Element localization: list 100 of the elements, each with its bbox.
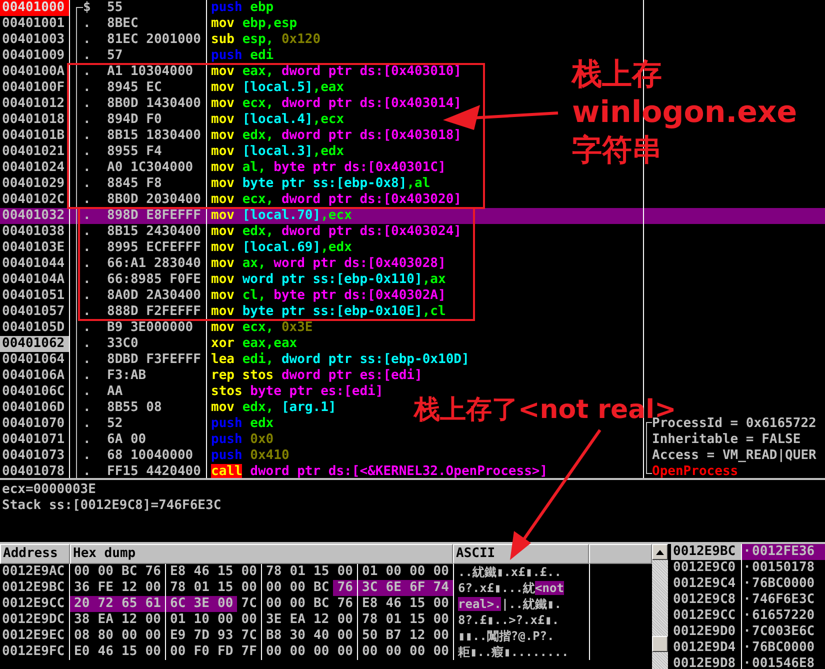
- hex-byte: 00: [336, 628, 354, 644]
- hex-byte: 7D: [192, 628, 210, 644]
- instruction: lea edi, dword ptr ss:[ebp-0x10D]: [211, 352, 470, 367]
- instruction: push 0x410: [211, 448, 290, 463]
- hex-byte: 00: [265, 596, 283, 612]
- stack-value: 7C003E6C: [752, 624, 815, 640]
- instruction: mov [local.69],edx: [211, 240, 352, 255]
- hex-byte: 00: [408, 644, 426, 660]
- stack-row[interactable]: 0012E9C0 ·00150178: [671, 560, 825, 576]
- hex-byte: FE: [96, 580, 114, 596]
- address-cell-text: 0040100A: [1, 64, 66, 80]
- stack-row[interactable]: 0012E9CC ·61657220: [671, 608, 825, 624]
- stack-marker: ·: [742, 560, 752, 576]
- hex-byte: 00: [120, 628, 138, 644]
- address-cell-text: 00401078: [1, 464, 66, 478]
- hex-byte: 30: [288, 628, 306, 644]
- scroll-up-button[interactable]: [652, 544, 668, 560]
- instruction: mov ecx, dword ptr ds:[0x403020]: [211, 192, 462, 207]
- column-header[interactable]: ASCII: [453, 544, 589, 564]
- address-cell-text: 00401001: [1, 16, 66, 32]
- hex-byte: 00: [432, 628, 450, 644]
- hex-byte: BC: [312, 596, 330, 612]
- address-cell-text: 0040104A: [1, 272, 66, 288]
- stack-marker: ·: [742, 624, 752, 640]
- column-header[interactable]: [589, 544, 652, 564]
- hex-byte: 15: [312, 564, 330, 580]
- flow-marker: .: [83, 192, 92, 208]
- hex-byte: F0: [192, 644, 210, 660]
- address-cell-text: 0012E9AC: [1, 564, 66, 580]
- selected-row[interactable]: 00401032 . 898D E8FEFFF mov [local.70],ecx: [0, 208, 825, 224]
- instruction: push 0x0: [211, 432, 274, 447]
- hex-byte: 3E: [190, 596, 214, 612]
- stack-marker: ·: [742, 640, 752, 656]
- flow-marker: .: [83, 256, 92, 272]
- hex-byte: 00: [432, 612, 450, 628]
- hex-byte: 40: [312, 628, 330, 644]
- hex-byte: 12: [408, 628, 426, 644]
- opcode-cell: FF15 4420400: [107, 464, 201, 478]
- hex-byte: E8: [361, 596, 379, 612]
- address-cell-text: 0012E9FC: [1, 644, 66, 660]
- address-cell-text: 00401064: [1, 352, 66, 368]
- instruction: mov ax, word ptr ds:[0x403028]: [211, 256, 446, 271]
- hex-byte: 12: [120, 580, 138, 596]
- hex-byte: 80: [96, 628, 114, 644]
- instruction: mov eax, dword ptr ds:[0x403010]: [211, 64, 462, 79]
- hex-byte: 01: [361, 564, 379, 580]
- hex-byte: 00: [265, 644, 283, 660]
- stack-row[interactable]: 0012E9C8 ·746F6E3C: [671, 592, 825, 608]
- stack-value: 001546E8: [752, 656, 815, 669]
- stack-value: 00150178: [752, 560, 815, 576]
- scroll-thumb[interactable]: [652, 636, 668, 652]
- flow-marker: .: [83, 224, 92, 240]
- instruction: mov ecx, 0x3E: [211, 320, 313, 335]
- address-cell-text: 0040101B: [1, 128, 66, 144]
- hex-byte: 15: [216, 564, 234, 580]
- hex-byte: 00: [144, 644, 162, 660]
- instruction: mov byte ptr ss:[ebp-0x10E],cl: [211, 304, 446, 319]
- hex-byte: BC: [312, 580, 330, 596]
- opcode-cell: 8BEC: [107, 16, 138, 32]
- address-cell: 00401062: [0, 336, 69, 352]
- flow-marker: .: [83, 240, 92, 256]
- address-cell-text: 00401009: [1, 48, 66, 64]
- stack-row[interactable]: 0012E9C4 ·76BC0000: [671, 576, 825, 592]
- column-header[interactable]: Address: [0, 544, 70, 564]
- flow-marker: .: [83, 16, 92, 32]
- hex-byte: 6C: [166, 596, 190, 612]
- stack-row[interactable]: 0012E9D0 ·7C003E6C: [671, 624, 825, 640]
- flow-marker: .: [83, 368, 92, 384]
- hex-byte: 00: [384, 644, 402, 660]
- opcode-cell: 8B15 1830400: [107, 128, 201, 144]
- opcode-cell: 8B0D 1430400: [107, 96, 201, 112]
- hex-byte: 00: [336, 612, 354, 628]
- ascii-text: 8?.£▮..>?.x£▮.: [458, 613, 560, 627]
- comment: OpenProcess: [652, 464, 738, 478]
- instruction: push edi: [211, 48, 274, 63]
- opcode-cell: F3:AB: [107, 368, 146, 384]
- hex-byte: 6E: [382, 580, 406, 596]
- opcode-cell: 888D F2FEFFF: [107, 304, 201, 320]
- stack-row[interactable]: 0012E9D8 ·001546E8: [671, 656, 825, 669]
- hex-byte: 00: [169, 644, 187, 660]
- opcode-cell: 8955 F4: [107, 144, 162, 160]
- ascii-text: 耟▮..瘕▮........: [458, 645, 569, 659]
- opcode-cell: 8845 F8: [107, 176, 162, 192]
- hex-byte: 00: [240, 564, 258, 580]
- address-cell-text: 00401003: [1, 32, 66, 48]
- hex-byte: 78: [169, 580, 187, 596]
- address-cell: 00401000: [0, 0, 69, 16]
- info-line: ecx=0000003E: [2, 482, 97, 498]
- opcode-cell: 68 10040000: [107, 448, 194, 464]
- scrollbar[interactable]: [652, 544, 668, 669]
- stack-row[interactable]: 0012E9D4 ·76BC0000: [671, 640, 825, 656]
- column-header[interactable]: Hex dump: [70, 544, 453, 564]
- flow-marker: .: [83, 416, 92, 432]
- flow-marker: .: [83, 448, 92, 464]
- flow-marker: .: [83, 144, 92, 160]
- flow-marker: .: [83, 288, 92, 304]
- hex-byte: 00: [336, 644, 354, 660]
- hex-byte: 00: [240, 612, 258, 628]
- comment: Inheritable = FALSE: [652, 432, 801, 448]
- flow-marker: $: [83, 0, 92, 16]
